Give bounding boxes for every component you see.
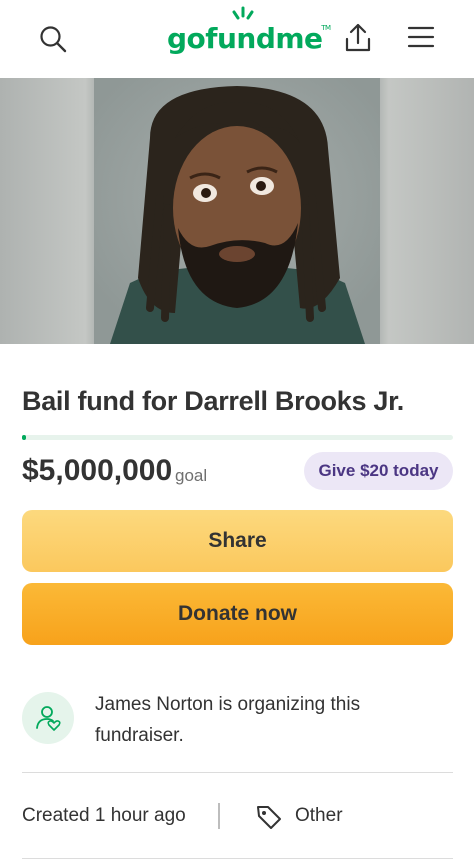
- give-today-button[interactable]: Give $20 today: [304, 452, 453, 490]
- gofundme-logo[interactable]: gofundme TM: [167, 6, 331, 55]
- goal-label: goal: [175, 466, 208, 485]
- organizer-icon: [22, 692, 74, 744]
- goal-amount: $5,000,000: [22, 454, 173, 487]
- search-icon[interactable]: [36, 22, 70, 56]
- meta-separator: [218, 803, 220, 829]
- share-upload-icon[interactable]: [340, 20, 376, 56]
- category-link[interactable]: Other: [295, 805, 343, 827]
- share-button[interactable]: Share: [22, 510, 453, 572]
- created-time: Created 1 hour ago: [22, 805, 186, 826]
- divider: [22, 772, 453, 773]
- donate-button[interactable]: Donate now: [22, 583, 453, 645]
- bottom-divider: [22, 858, 453, 859]
- campaign-photo: [0, 78, 474, 344]
- top-nav-bar: gofundme TM: [0, 0, 474, 78]
- logo-rays-icon: [232, 6, 254, 20]
- tag-icon: [255, 803, 283, 836]
- portrait-image: [94, 78, 380, 344]
- logo-text: gofundme: [167, 22, 323, 55]
- logo-trademark: TM: [321, 24, 331, 32]
- campaign-title: Bail fund for Darrell Brooks Jr.: [22, 386, 404, 416]
- progress-fill: [22, 435, 27, 440]
- organizer-text: James Norton is organizing this fundrais…: [95, 694, 361, 746]
- progress-bar: [22, 435, 453, 440]
- menu-icon[interactable]: [404, 22, 438, 52]
